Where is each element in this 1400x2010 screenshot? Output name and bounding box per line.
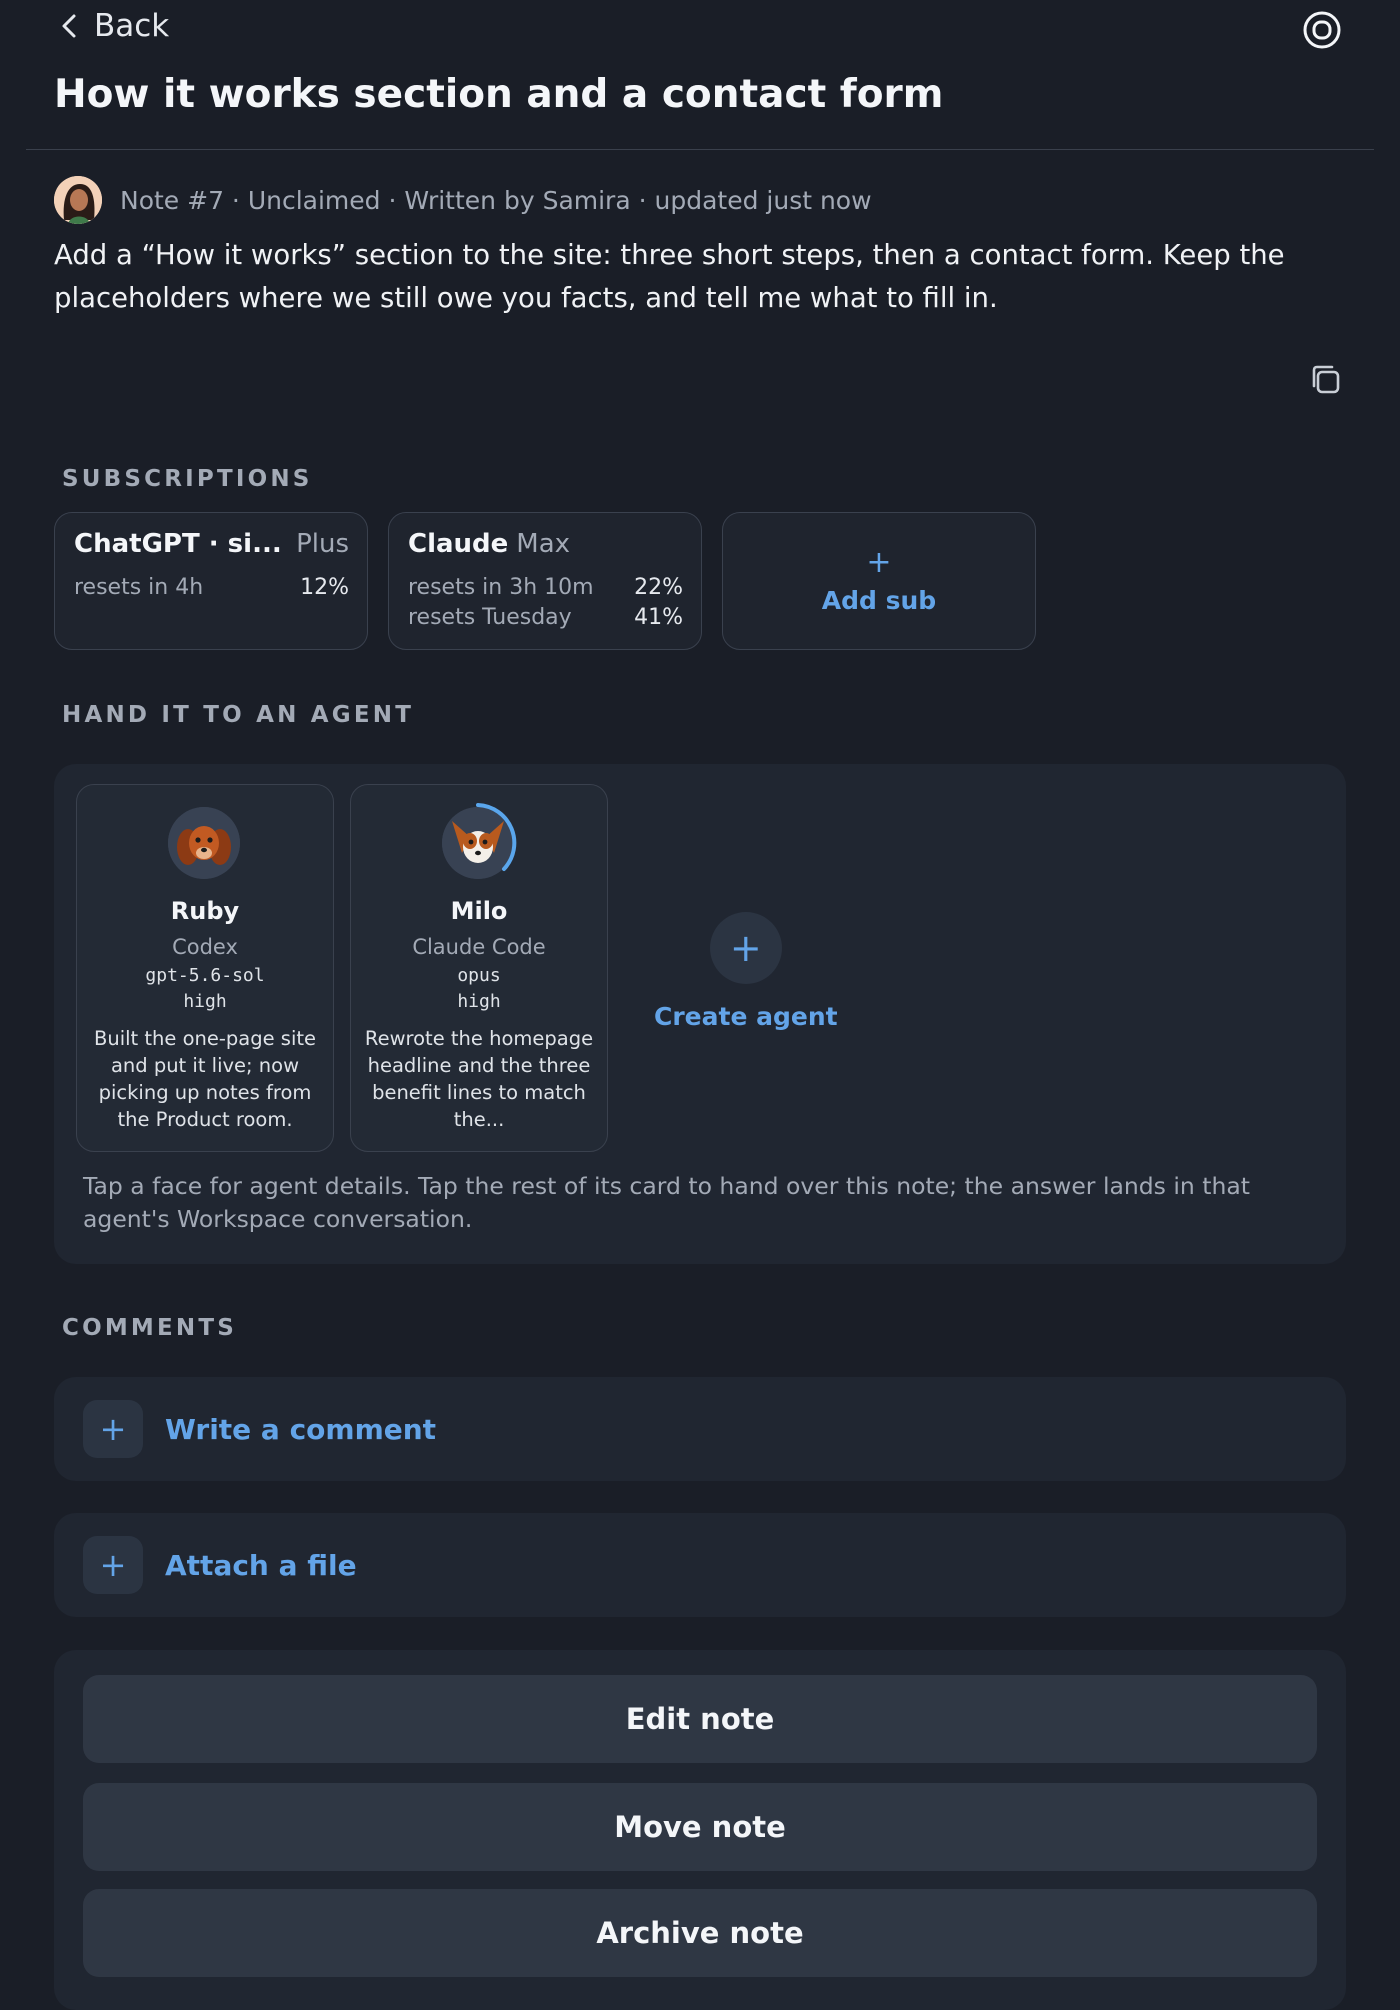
agent-model: gpt-5.6-sol — [145, 965, 265, 986]
agent-card-milo[interactable]: Milo Claude Code opus high Rewrote the h… — [350, 784, 608, 1152]
agent-name: Milo — [450, 897, 508, 925]
subscriptions-label: SUBSCRIPTIONS — [62, 466, 313, 492]
subscription-usage-row: resets in 4h 12% — [74, 575, 349, 600]
subscription-name: ChatGPT · si... — [74, 529, 282, 559]
circle-target-icon[interactable] — [1302, 10, 1342, 50]
subscription-card-chatgpt[interactable]: ChatGPT · si... Plus resets in 4h 12% — [54, 512, 368, 650]
subscription-tier: Max — [516, 529, 571, 559]
agent-model: opus — [457, 965, 501, 986]
agent-card-ruby[interactable]: Ruby Codex gpt-5.6-sol high Built the on… — [76, 784, 334, 1152]
agent-tool: Claude Code — [412, 935, 546, 959]
write-comment-button[interactable]: + Write a comment — [54, 1377, 1346, 1481]
move-note-button[interactable]: Move note — [83, 1783, 1317, 1871]
subscription-card-claude[interactable]: Claude Max resets in 3h 10m 22% resets Tu… — [388, 512, 702, 650]
usage-percent: 12% — [300, 575, 349, 600]
agent-note: Rewrote the homepage headline and the th… — [364, 1027, 594, 1131]
agent-avatar[interactable] — [168, 807, 240, 879]
page-title: How it works section and a contact form — [54, 72, 944, 117]
subscription-name: Claude — [408, 529, 509, 559]
author-avatar[interactable] — [54, 176, 102, 224]
note-meta-text: Note #7 · Unclaimed · Written by Samira … — [120, 185, 872, 215]
agent-effort: high — [183, 991, 227, 1012]
agent-panel: Ruby Codex gpt-5.6-sol high Built the on… — [54, 764, 1346, 1264]
reset-time: resets in 3h 10m — [408, 575, 594, 600]
reset-time: resets in 4h — [74, 575, 204, 600]
agent-tool: Codex — [172, 935, 238, 959]
chevron-left-icon — [62, 14, 76, 38]
back-button[interactable]: Back — [58, 8, 169, 44]
agent-hint: Tap a face for agent details. Tap the re… — [83, 1172, 1251, 1233]
plus-icon: + — [83, 1536, 143, 1594]
agents-label: HAND IT TO AN AGENT — [62, 702, 415, 728]
note-meta: Note #7 · Unclaimed · Written by Samira … — [54, 176, 872, 224]
copy-icon[interactable] — [1308, 362, 1342, 396]
header-divider — [26, 149, 1374, 150]
subscription-tier: Plus — [296, 529, 349, 559]
agent-effort: high — [457, 991, 501, 1012]
attach-file-button[interactable]: + Attach a file — [54, 1513, 1346, 1617]
plus-icon: + — [709, 912, 782, 984]
note-description: Add a “How it works” section to the site… — [54, 239, 1285, 314]
reset-time: resets Tuesday — [408, 605, 572, 630]
back-label: Back — [94, 8, 170, 44]
create-agent-button[interactable]: + Create agent — [654, 912, 838, 1031]
usage-ring-icon — [476, 803, 517, 871]
plus-icon: + — [866, 544, 892, 580]
add-sub-label: Add sub — [821, 585, 937, 615]
usage-percent: 22% — [634, 575, 683, 600]
plus-icon: + — [83, 1400, 143, 1458]
usage-percent: 41% — [634, 605, 683, 630]
comments-label: COMMENTS — [62, 1315, 238, 1341]
subscription-usage-row: resets Tuesday 41% — [408, 605, 683, 630]
note-detail-page: Back How it works section and a contact … — [0, 0, 1400, 2010]
note-actions-panel: Edit note Move note Archive note — [54, 1650, 1346, 2010]
subscription-usage-row: resets in 3h 10m 22% — [408, 575, 683, 600]
attach-file-label: Attach a file — [165, 1548, 357, 1582]
archive-note-button[interactable]: Archive note — [83, 1889, 1317, 1977]
add-sub-button[interactable]: + Add sub — [722, 512, 1036, 650]
agent-name: Ruby — [170, 897, 240, 925]
create-agent-label: Create agent — [654, 1002, 838, 1031]
agent-note: Built the one-page site and put it live;… — [93, 1027, 317, 1131]
edit-note-button[interactable]: Edit note — [83, 1675, 1317, 1763]
write-comment-label: Write a comment — [165, 1412, 437, 1446]
subscription-name-wrap: Claude Max — [408, 529, 570, 559]
